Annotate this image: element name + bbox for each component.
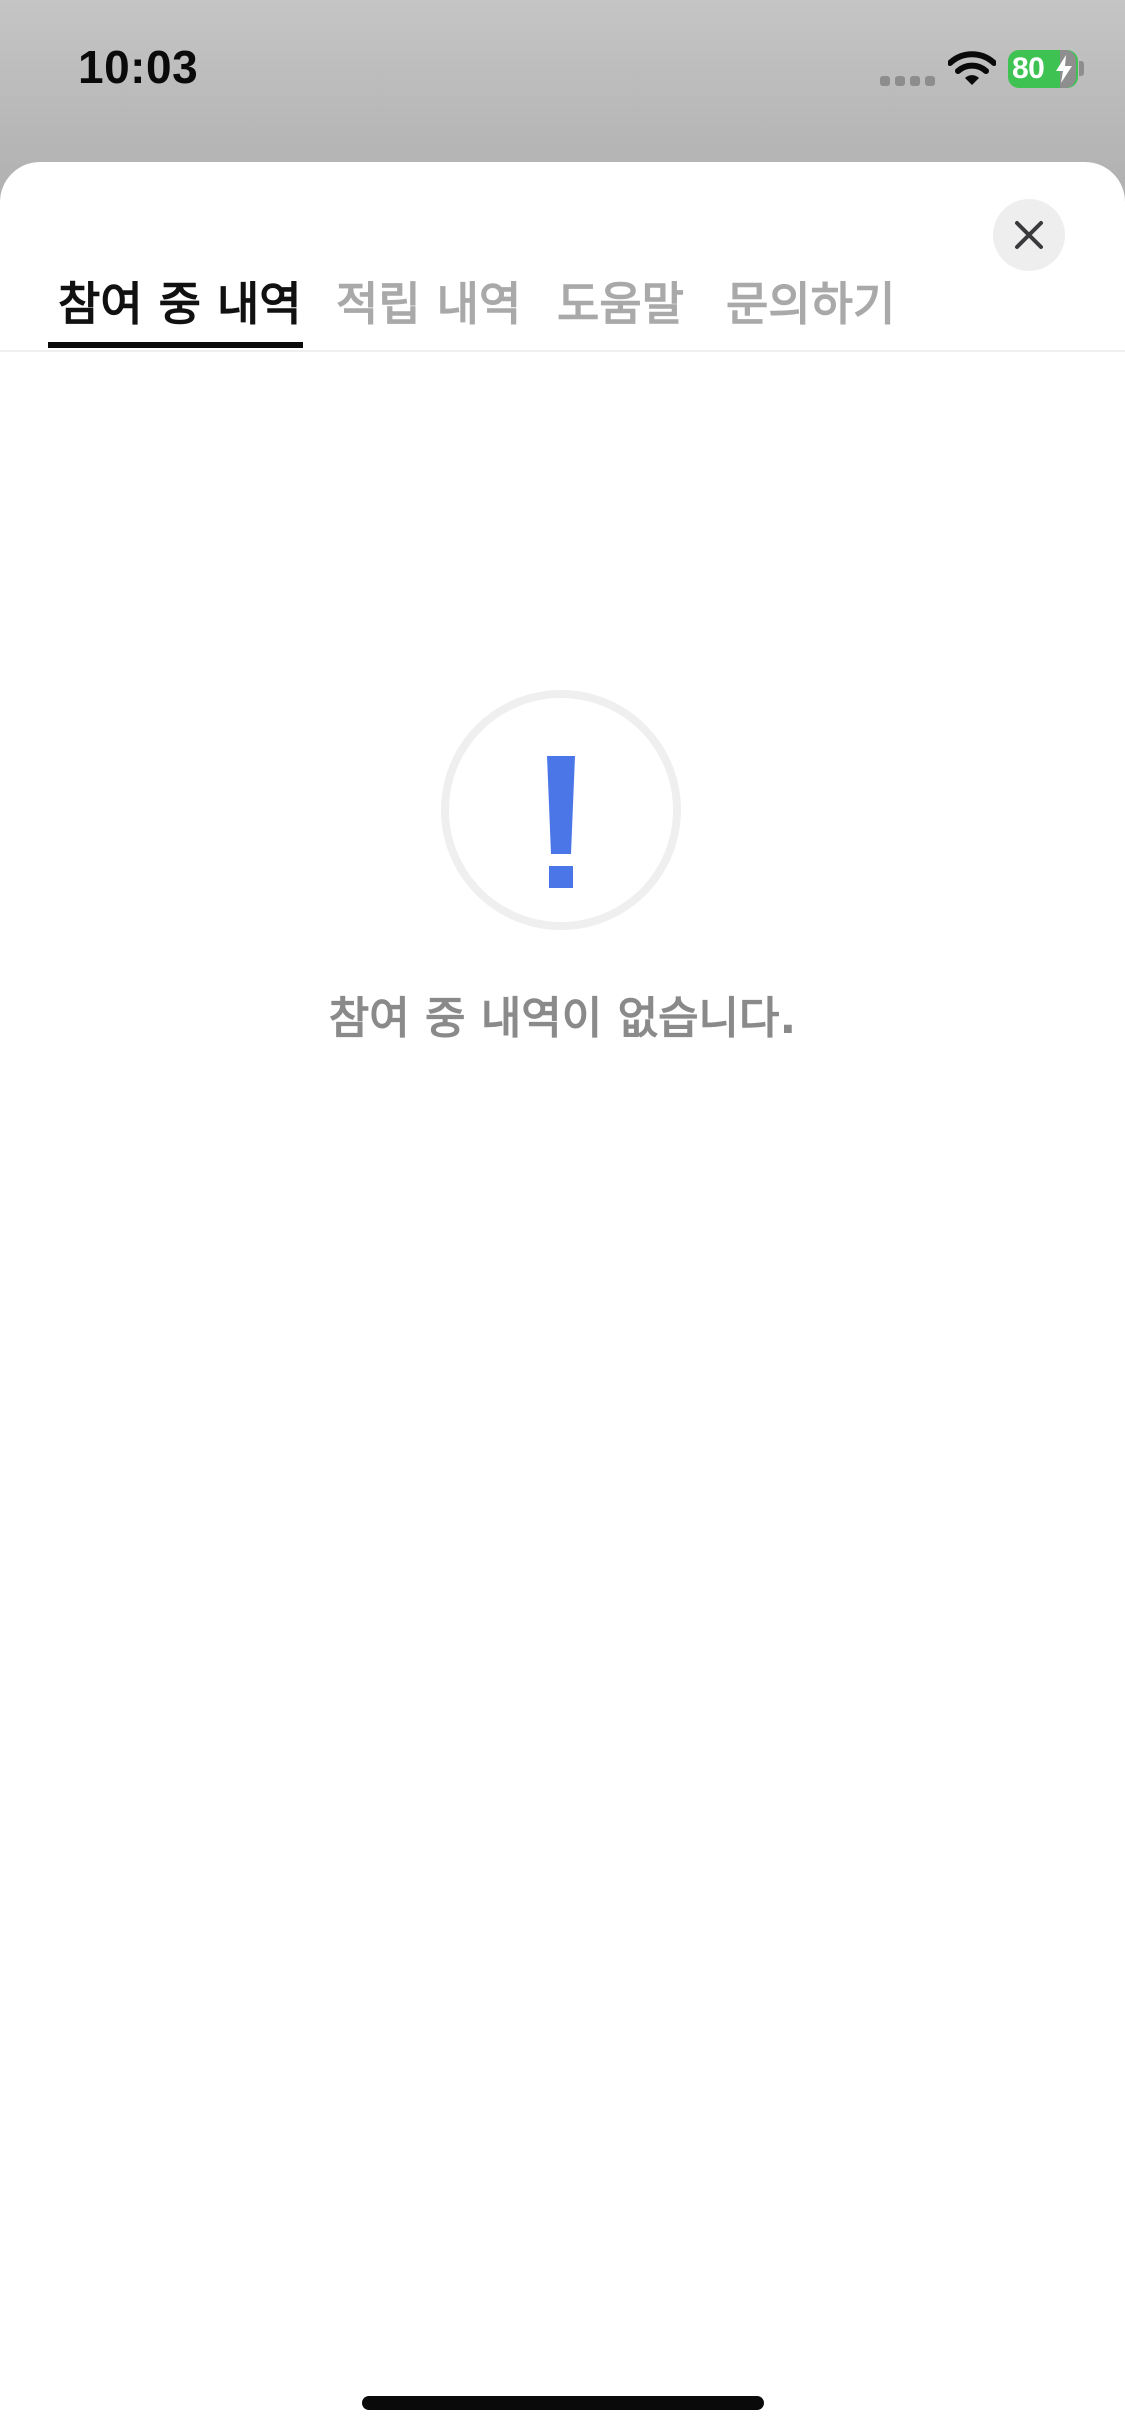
empty-state-message: 참여 중 내역이 없습니다. [328,993,797,1044]
tab-participating[interactable]: 참여 중 내역 [58,258,302,350]
exclamation-icon [441,690,681,930]
battery-percent: 80 [1012,52,1045,85]
tab-divider [0,350,1125,352]
battery-cap [1079,61,1084,76]
tab-inquiry[interactable]: 문의하기 [726,258,895,350]
wifi-icon [948,51,996,85]
active-tab-indicator [48,342,303,348]
status-bar: 10:03 80 [0,0,1125,150]
tab-bar: 참여 중 내역 적립 내역 도움말 문의하기 [0,258,1125,350]
cellular-signal-icon [880,76,936,86]
tab-help[interactable]: 도움말 [557,258,684,350]
charging-bolt-icon [1056,55,1072,83]
tab-earned[interactable]: 적립 내역 [336,258,521,350]
status-time: 10:03 [78,41,199,93]
bottom-sheet: 참여 중 내역 적립 내역 도움말 문의하기 참여 중 내역이 없습니다. [0,162,1125,2436]
home-indicator [362,2396,764,2410]
close-icon [1015,221,1043,249]
